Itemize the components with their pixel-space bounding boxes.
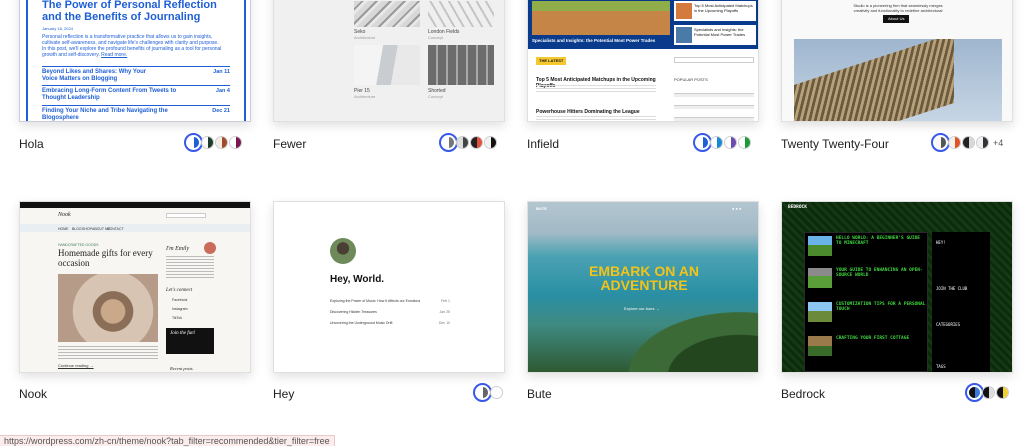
theme-name-fewer[interactable]: Fewer — [273, 137, 306, 151]
style-variation-swatch[interactable] — [693, 133, 712, 152]
hey-avatar — [330, 238, 356, 264]
hola-title: The Power of Personal Reflection and the… — [42, 0, 217, 23]
status-bar-url: https://wordpress.com/zh-cn/theme/nook?t… — [0, 435, 335, 446]
style-variation-swatch[interactable] — [724, 136, 737, 149]
theme-thumbnail-twenty-twenty-four[interactable]: Studio is a pioneering firm that seamles… — [781, 0, 1013, 122]
style-variation-swatch[interactable] — [215, 136, 228, 149]
theme-thumbnail-bedrock[interactable]: BEDROCK HELLO WORLD: A BEGINNER'S GUIDE … — [781, 201, 1013, 373]
style-variation-swatch[interactable] — [229, 136, 242, 149]
theme-thumbnail-hey[interactable]: Hey, World. Exploring the Power of Music… — [273, 201, 505, 373]
style-variation-swatch[interactable] — [996, 386, 1009, 399]
style-variation-swatch[interactable] — [965, 383, 984, 402]
style-variation-swatch[interactable] — [184, 133, 203, 152]
style-variations-hey — [473, 383, 503, 402]
hey-post-1[interactable]: Exploring the Power of Music: How It Aff… — [330, 298, 450, 306]
style-variation-swatch[interactable] — [948, 136, 961, 149]
theme-name-twenty-twenty-four[interactable]: Twenty Twenty-Four — [781, 137, 889, 151]
style-variations-fewer — [439, 133, 497, 152]
style-variation-swatch[interactable] — [976, 136, 989, 149]
theme-thumbnail-bute[interactable]: BUTE ● ● ● EMBARK ON AN ADVENTURE Explor… — [527, 201, 759, 373]
theme-thumbnail-hola[interactable]: The Power of Personal Reflection and the… — [19, 0, 251, 122]
style-variation-swatch[interactable] — [710, 136, 723, 149]
style-variation-swatch[interactable] — [490, 386, 503, 399]
hey-post-2[interactable]: Discovering Hidden Treasures Jan 25 — [330, 309, 450, 317]
theme-thumbnail-infield[interactable]: Specialists and Insights: the Potential … — [527, 0, 759, 122]
nook-avatar — [204, 242, 216, 254]
style-variation-swatch[interactable] — [473, 383, 492, 402]
theme-name-nook[interactable]: Nook — [19, 387, 47, 401]
bedrock-sidebar — [932, 232, 990, 372]
theme-name-infield[interactable]: Infield — [527, 137, 559, 151]
hola-date: January 18, 2024 — [42, 26, 73, 31]
theme-thumbnail-nook[interactable]: Nook HOME BLOG SHOP ABOUT ME CONTACT HAN… — [19, 201, 251, 373]
fewer-image-1 — [354, 1, 420, 27]
style-variation-swatch[interactable] — [484, 136, 497, 149]
style-variation-swatch[interactable] — [962, 136, 975, 149]
hola-body: Personal reflection is a transformative … — [42, 34, 222, 58]
theme-thumbnail-fewer[interactable]: Seko Architecture London Fields Concept … — [273, 0, 505, 122]
bute-nav-dots: ● ● ● — [732, 206, 742, 211]
style-variations-bedrock — [965, 383, 1009, 402]
hey-post-3[interactable]: Uncovering the Underground Music Drift D… — [330, 320, 450, 328]
style-variations-infield — [693, 133, 751, 152]
theme-name-hey[interactable]: Hey — [273, 387, 294, 401]
style-variation-swatch[interactable] — [931, 133, 950, 152]
hola-post-1[interactable]: Beyond Likes and Shares: Why Your Voice … — [42, 66, 230, 83]
fewer-image-2 — [428, 1, 494, 27]
style-variation-swatch[interactable] — [982, 386, 995, 399]
style-variations-twenty-twenty-four: +4 — [931, 133, 1003, 152]
theme-name-bute[interactable]: Bute — [527, 387, 552, 401]
style-variation-swatch[interactable] — [439, 133, 458, 152]
bute-coast — [628, 312, 758, 372]
fewer-image-4 — [428, 45, 494, 85]
infield-hero-image — [532, 1, 670, 35]
theme-name-hola[interactable]: Hola — [19, 137, 44, 151]
more-variations-count[interactable]: +4 — [993, 138, 1003, 148]
style-variation-swatch[interactable] — [456, 136, 469, 149]
fewer-image-3 — [354, 45, 420, 85]
nook-hero-image — [58, 274, 158, 342]
style-variation-swatch[interactable] — [201, 136, 214, 149]
hola-post-2[interactable]: Embracing Long-Form Content From Tweets … — [42, 85, 230, 102]
tt4-building-image — [794, 39, 1002, 121]
style-variation-swatch[interactable] — [470, 136, 483, 149]
style-variation-swatch[interactable] — [738, 136, 751, 149]
infield-side-item-1: Top 5 Most Anticipated Matchups in the U… — [674, 1, 756, 21]
hola-post-3[interactable]: Finding Your Niche and Tribe Navigating … — [42, 105, 230, 121]
style-variations-hola — [184, 133, 242, 152]
infield-side-item-2: Specialists and Insights: the Potential … — [674, 25, 756, 45]
nook-nav — [20, 224, 250, 232]
theme-name-bedrock[interactable]: Bedrock — [781, 387, 825, 401]
